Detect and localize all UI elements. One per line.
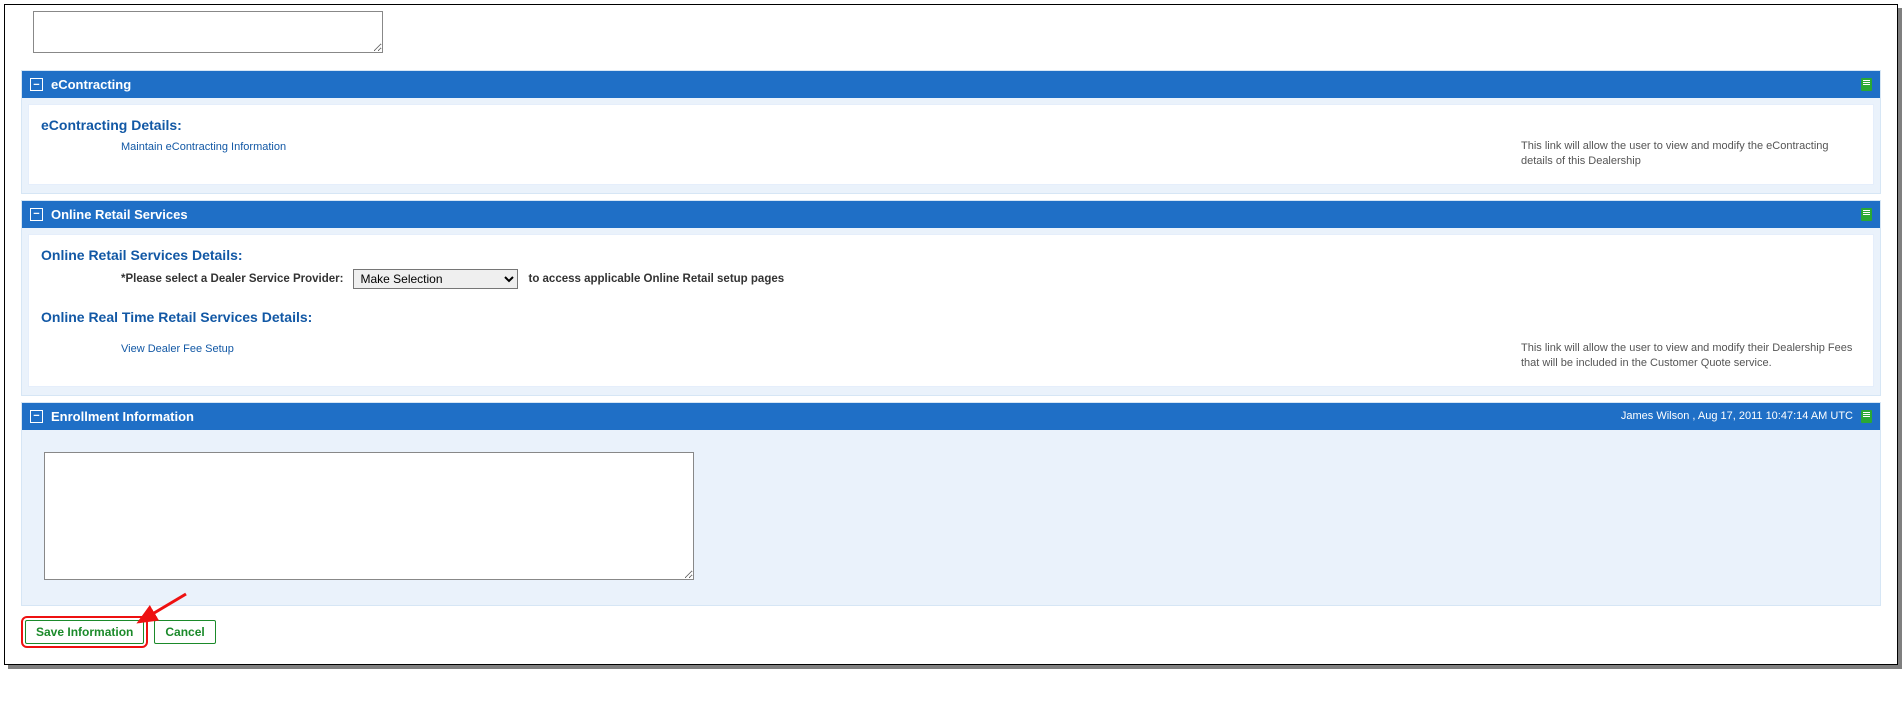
page-container: − eContracting eContracting Details: Mai… [4,4,1898,665]
section-title: eContracting [51,77,131,92]
provider-select-row: *Please select a Dealer Service Provider… [121,269,1861,289]
button-row: Save Information Cancel [21,620,1881,644]
section-header-online-retail: − Online Retail Services [22,201,1880,228]
provider-select[interactable]: Make Selection [353,269,518,289]
section-body-online-retail: Online Retail Services Details: *Please … [28,234,1874,387]
enrollment-timestamp: James Wilson , Aug 17, 2011 10:47:14 AM … [1621,410,1853,422]
section-header-right: James Wilson , Aug 17, 2011 10:47:14 AM … [1621,410,1872,423]
cancel-button[interactable]: Cancel [154,620,215,644]
collapse-icon[interactable]: − [30,208,43,221]
excel-export-icon[interactable] [1861,208,1872,221]
section-econtracting: − eContracting eContracting Details: Mai… [21,70,1881,194]
previous-section-bottom [21,11,1881,64]
excel-export-icon[interactable] [1861,78,1872,91]
realtime-description: This link will allow the user to view an… [1521,341,1861,372]
save-information-button[interactable]: Save Information [25,620,144,644]
realtime-row: View Dealer Fee Setup This link will all… [41,341,1861,372]
online-retail-details-heading: Online Retail Services Details: [41,247,1861,263]
previous-notes-textarea[interactable] [33,11,383,53]
section-online-retail: − Online Retail Services Online Retail S… [21,200,1881,396]
online-realtime-heading: Online Real Time Retail Services Details… [41,309,1861,325]
section-title: Enrollment Information [51,409,194,424]
section-header-econtracting: − eContracting [22,71,1880,98]
section-header-left: − Enrollment Information [30,409,194,424]
excel-export-icon[interactable] [1861,410,1872,423]
provider-after-text: to access applicable Online Retail setup… [528,273,784,285]
econtracting-link-wrap: Maintain eContracting Information [121,139,286,153]
section-header-left: − Online Retail Services [30,207,188,222]
maintain-econtracting-link[interactable]: Maintain eContracting Information [121,141,286,153]
section-body-econtracting: eContracting Details: Maintain eContract… [28,104,1874,185]
enrollment-notes-textarea[interactable] [44,452,694,580]
section-header-enrollment: − Enrollment Information James Wilson , … [22,403,1880,430]
econtracting-description: This link will allow the user to view an… [1521,139,1861,170]
section-header-right [1861,208,1872,221]
collapse-icon[interactable]: − [30,410,43,423]
section-title: Online Retail Services [51,207,188,222]
section-header-right [1861,78,1872,91]
collapse-icon[interactable]: − [30,78,43,91]
econtracting-row: Maintain eContracting Information This l… [41,139,1861,170]
view-dealer-fee-setup-link[interactable]: View Dealer Fee Setup [121,343,234,355]
econtracting-details-heading: eContracting Details: [41,117,1861,133]
realtime-link-wrap: View Dealer Fee Setup [121,341,234,355]
section-header-left: − eContracting [30,77,131,92]
section-enrollment: − Enrollment Information James Wilson , … [21,402,1881,606]
section-body-enrollment [28,436,1874,597]
enrollment-notes-wrap [44,452,1862,583]
provider-label: *Please select a Dealer Service Provider… [121,273,343,285]
